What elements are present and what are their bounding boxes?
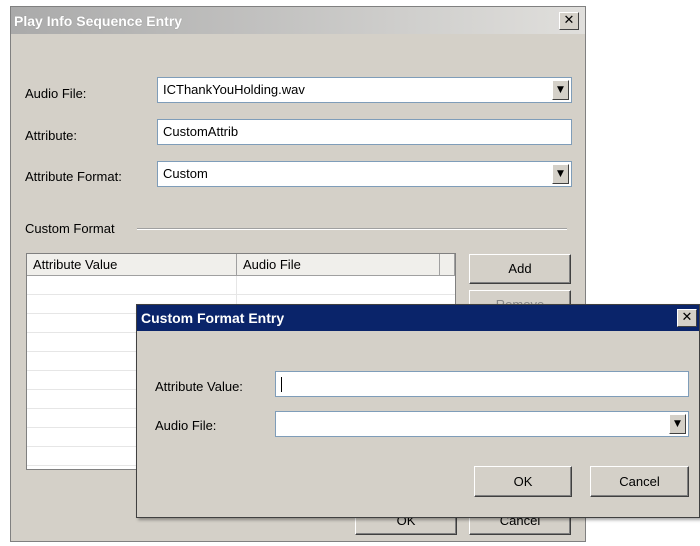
audio-file-select[interactable]: ICThankYouHolding.wav ▼	[157, 77, 572, 103]
attribute-label: Attribute:	[25, 128, 78, 143]
column-header-attribute-value[interactable]: Attribute Value	[27, 254, 237, 276]
title-bar: Play Info Sequence Entry ✕	[11, 7, 585, 34]
cancel-button[interactable]: Cancel	[590, 466, 689, 497]
chevron-down-icon[interactable]: ▼	[669, 414, 686, 434]
audio-file-label: Audio File:	[155, 418, 217, 433]
attribute-format-label: Attribute Format:	[25, 169, 122, 184]
text-cursor	[281, 377, 282, 393]
attribute-format-value: Custom	[163, 166, 208, 181]
column-header-filler	[440, 254, 455, 276]
attribute-value: CustomAttrib	[163, 124, 239, 139]
title-bar: Custom Format Entry ✕	[137, 305, 699, 331]
column-header-audio-file[interactable]: Audio File	[237, 254, 440, 276]
custom-format-group-label: Custom Format	[25, 221, 115, 236]
attribute-value-label: Attribute Value:	[155, 379, 243, 394]
dialog-title: Custom Format Entry	[141, 310, 285, 326]
audio-file-label: Audio File:	[25, 86, 87, 101]
attribute-format-select[interactable]: Custom ▼	[157, 161, 572, 187]
close-icon[interactable]: ✕	[677, 309, 697, 327]
audio-file-select[interactable]: ▼	[275, 411, 689, 437]
group-divider	[137, 228, 567, 230]
audio-file-value: ICThankYouHolding.wav	[163, 82, 305, 97]
chevron-down-icon[interactable]: ▼	[552, 80, 569, 100]
attribute-input[interactable]: CustomAttrib	[157, 119, 572, 145]
ok-button[interactable]: OK	[474, 466, 572, 497]
attribute-value-input[interactable]	[275, 371, 689, 397]
table-row[interactable]	[27, 276, 455, 295]
add-button[interactable]: Add	[469, 254, 571, 284]
chevron-down-icon[interactable]: ▼	[552, 164, 569, 184]
custom-format-entry-dialog: Custom Format Entry ✕ Attribute Value: A…	[136, 304, 700, 518]
close-icon[interactable]: ✕	[559, 12, 579, 30]
dialog-title: Play Info Sequence Entry	[14, 13, 183, 29]
